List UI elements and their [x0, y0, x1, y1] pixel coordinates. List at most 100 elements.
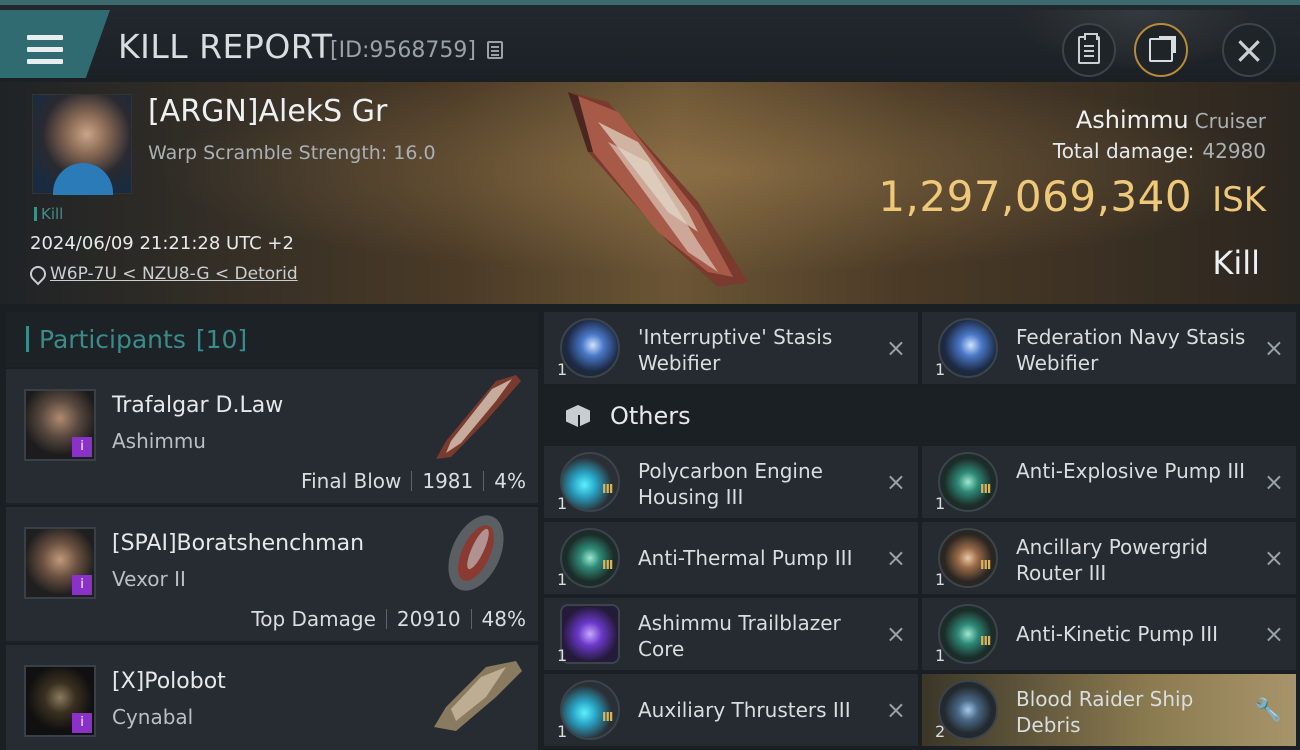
- isk-unit: ISK: [1212, 180, 1266, 220]
- participant-row[interactable]: i [SPAI]Boratshenchman Vexor II Top Dama…: [6, 505, 538, 641]
- share-icon: [1149, 36, 1176, 62]
- participants-label: Participants: [39, 324, 186, 354]
- victim-name[interactable]: [ARGN]AlekS Gr: [148, 94, 387, 129]
- item-cell[interactable]: 1 'Interruptive' Stasis Webifier ×: [544, 312, 918, 384]
- warp-scramble-strength: Warp Scramble Strength: 16.0: [148, 142, 436, 164]
- total-damage: Total damage: 42980: [1053, 139, 1266, 163]
- participant-percent: 4%: [494, 469, 526, 493]
- others-label: Others: [610, 402, 691, 430]
- debris-icon: [938, 680, 998, 740]
- item-level: III: [602, 710, 613, 724]
- total-damage-label: Total damage:: [1052, 139, 1195, 163]
- close-icon: ×: [1233, 28, 1265, 72]
- participant-stats: Final Blow 1981 4%: [301, 469, 526, 493]
- item-cell[interactable]: III 1 Auxiliary Thrusters III ×: [544, 674, 918, 746]
- kill-tag-label: Kill: [41, 205, 64, 223]
- copy-icon[interactable]: [487, 41, 503, 59]
- item-quantity: 1: [557, 722, 568, 741]
- item-cell[interactable]: III 1 Anti-Explosive Pump III ×: [922, 446, 1296, 518]
- top-bar: KILL REPORT [ID:9568759] ×: [0, 0, 1300, 82]
- item-quantity: 1: [935, 494, 946, 513]
- stasis-webifier-icon: [938, 318, 998, 378]
- item-quantity: 2: [935, 722, 946, 741]
- victim-ship[interactable]: Ashimmu Cruiser: [1076, 106, 1266, 134]
- location-link[interactable]: W6P-7U < NZU8-G < Detorid: [50, 264, 298, 284]
- item-cell[interactable]: III 1 Ancillary Powergrid Router III ×: [922, 522, 1296, 594]
- kill-datetime: 2024/06/09 21:21:28 UTC +2: [30, 233, 294, 254]
- item-cell[interactable]: III 1 Polycarbon Engine Housing III ×: [544, 446, 918, 518]
- isk-amount: 1,297,069,340: [878, 172, 1193, 221]
- item-name: Anti-Kinetic Pump III: [1016, 622, 1218, 646]
- kill-report-screen: KILL REPORT [ID:9568759] × [ARGN]AlekS G…: [0, 0, 1300, 750]
- participant-damage: 1981: [422, 469, 474, 493]
- participant-stat-label: Top Damage: [251, 607, 376, 631]
- item-cell[interactable]: 1 Ashimmu Trailblazer Core ×: [544, 598, 918, 670]
- victim-ship-name: Ashimmu: [1075, 106, 1189, 134]
- item-cell[interactable]: III 1 Anti-Thermal Pump III ×: [544, 522, 918, 594]
- participant-row[interactable]: i Trafalgar D.Law Ashimmu Final Blow 198…: [6, 367, 538, 503]
- kill-id: [ID:9568759]: [330, 38, 476, 63]
- item-cell-dropped[interactable]: 2 Blood Raider Ship Debris 🔧: [922, 674, 1296, 746]
- item-name: 'Interruptive' Stasis Webifier: [638, 325, 833, 375]
- destroyed-icon: ×: [1263, 620, 1284, 648]
- victim-portrait[interactable]: [32, 94, 132, 195]
- item-name: Auxiliary Thrusters III: [638, 698, 851, 722]
- participant-row[interactable]: i [X]Polobot Cynabal: [6, 643, 538, 750]
- destroyed-icon: ×: [885, 544, 906, 572]
- victim-ship-image: [568, 92, 748, 287]
- item-level: III: [980, 634, 991, 648]
- item-name: Blood Raider Ship Debris: [1016, 687, 1194, 737]
- participant-percent: 48%: [481, 607, 526, 631]
- share-button[interactable]: [1134, 23, 1188, 77]
- destroyed-icon: ×: [885, 468, 906, 496]
- clipboard-icon: [1078, 33, 1100, 64]
- destroyed-icon: ×: [885, 620, 906, 648]
- participant-name: [X]Polobot: [112, 669, 226, 694]
- item-name: Anti-Thermal Pump III: [638, 546, 853, 570]
- item-level: III: [602, 482, 613, 496]
- corp-badge-icon: i: [72, 437, 92, 457]
- participant-name: [SPAI]Boratshenchman: [112, 531, 365, 556]
- destroyed-icon: ×: [1263, 468, 1284, 496]
- participants-panel: Participants [10] i Trafalgar D.Law Ashim…: [6, 312, 538, 750]
- others-section-header: Others: [544, 388, 1300, 444]
- corp-badge-icon: i: [72, 575, 92, 595]
- item-cell[interactable]: III 1 Anti-Kinetic Pump III ×: [922, 598, 1296, 670]
- participants-count: [10]: [195, 324, 248, 354]
- participant-damage: 20910: [396, 607, 461, 631]
- cargo-box-icon: [564, 401, 594, 431]
- item-cell[interactable]: 1 Federation Navy Stasis Webifier ×: [922, 312, 1296, 384]
- item-quantity: 1: [557, 646, 568, 665]
- destroyed-icon: ×: [1263, 544, 1284, 572]
- hamburger-menu-icon: [27, 35, 63, 65]
- item-level: III: [980, 558, 991, 572]
- kill-tag: Kill: [34, 205, 63, 223]
- kill-location[interactable]: W6P-7U < NZU8-G < Detorid: [30, 264, 298, 284]
- participant-ship: Vexor II: [112, 567, 186, 591]
- items-panel: 1 'Interruptive' Stasis Webifier × 1 Fed…: [544, 312, 1300, 750]
- participant-name: Trafalgar D.Law: [112, 393, 284, 418]
- close-button[interactable]: ×: [1222, 23, 1276, 77]
- menu-button[interactable]: [0, 10, 110, 78]
- victim-summary: [ARGN]AlekS Gr Warp Scramble Strength: 1…: [0, 82, 1300, 304]
- participant-ship: Cynabal: [112, 705, 194, 729]
- destroyed-icon: ×: [885, 334, 906, 362]
- location-pin-icon: [30, 266, 42, 282]
- participant-ship: Ashimmu: [112, 429, 206, 453]
- isk-value: 1,297,069,340 ISK: [878, 172, 1266, 221]
- wrench-icon: 🔧: [1254, 698, 1282, 723]
- destroyed-icon: ×: [1263, 334, 1284, 362]
- item-level: III: [602, 558, 613, 572]
- item-quantity: 1: [557, 494, 568, 513]
- participant-stats: Top Damage 20910 48%: [251, 607, 526, 631]
- item-quantity: 1: [557, 360, 568, 379]
- item-name: Anti-Explosive Pump III: [1016, 459, 1246, 483]
- item-quantity: 1: [935, 360, 946, 379]
- corp-badge-icon: i: [72, 713, 92, 733]
- participant-ship-image: [436, 375, 521, 459]
- participants-header: Participants [10]: [6, 312, 538, 366]
- report-button[interactable]: [1062, 23, 1116, 77]
- page-title: KILL REPORT: [118, 27, 333, 66]
- kill-result: Kill: [1212, 244, 1260, 282]
- victim-ship-class: Cruiser: [1194, 109, 1266, 133]
